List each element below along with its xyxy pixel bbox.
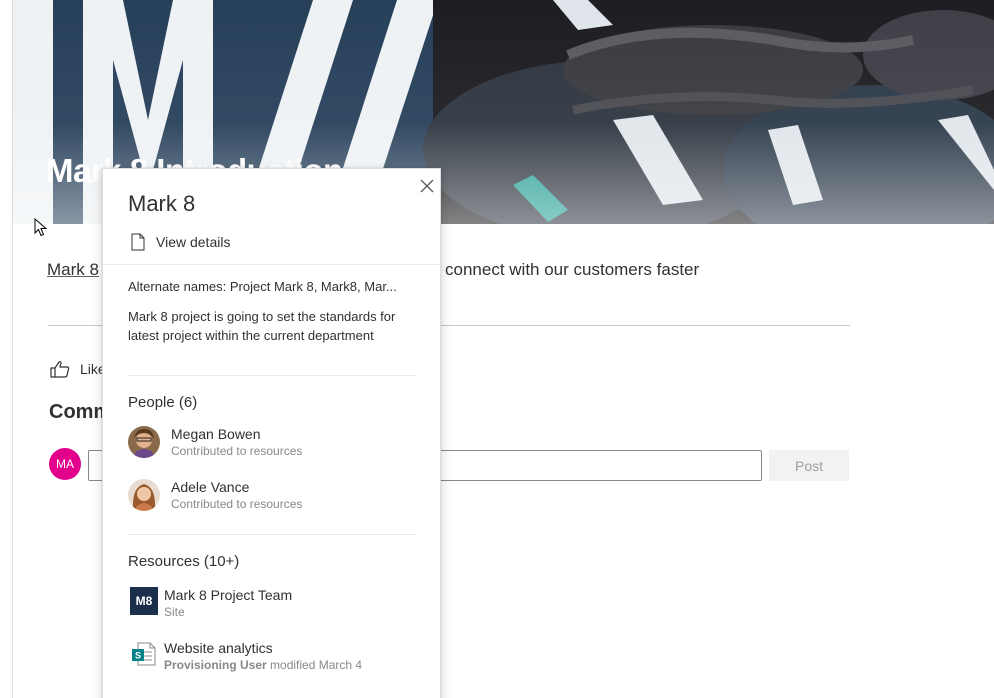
resource-name: Mark 8 Project Team	[164, 587, 293, 603]
person-photo-icon	[128, 479, 160, 511]
resource-name: Website analytics	[164, 640, 273, 656]
close-icon[interactable]	[418, 177, 436, 195]
current-user-avatar: MA	[49, 448, 81, 480]
view-details-label: View details	[156, 234, 231, 250]
topic-description: Mark 8 project is going to set the stand…	[128, 309, 396, 343]
card-divider	[103, 264, 440, 265]
person-role: Contributed to resources	[171, 444, 303, 458]
resources-heading: Resources (10+)	[128, 553, 240, 570]
modified-by: Provisioning User	[164, 658, 267, 672]
person-name: Adele Vance	[171, 479, 250, 495]
article-text: connect with our customers faster	[445, 260, 700, 279]
person-item[interactable]: Adele Vance Contributed to resources	[128, 479, 418, 513]
person-item[interactable]: Megan Bowen Contributed to resources	[128, 426, 418, 460]
topic-entity-link[interactable]: Mark 8	[47, 260, 99, 280]
people-heading: People (6)	[128, 394, 198, 411]
resource-modified: Provisioning User modified March 4	[164, 658, 362, 672]
person-role: Contributed to resources	[171, 497, 303, 511]
document-icon	[131, 233, 145, 251]
person-photo-icon	[128, 426, 160, 458]
card-divider	[128, 375, 416, 376]
alternate-names: Alternate names: Project Mark 8, Mark8, …	[128, 279, 397, 294]
mouse-cursor-icon	[34, 218, 48, 237]
view-details-link[interactable]: View details	[130, 233, 230, 251]
topic-card-title: Mark 8	[128, 191, 196, 216]
like-button[interactable]: Like	[50, 360, 106, 378]
thumbs-up-icon	[50, 361, 70, 378]
topic-card: Mark 8 View details Alternate names: Pro…	[102, 168, 441, 698]
sway-file-icon: S	[132, 642, 156, 666]
card-divider	[128, 534, 416, 535]
person-name: Megan Bowen	[171, 426, 261, 442]
resource-type: Site	[164, 605, 185, 619]
page: Mark 8 Introduction Mark 8 connect with …	[0, 0, 994, 698]
resource-item[interactable]: S Website analytics Provisioning User mo…	[130, 640, 420, 674]
site-badge-icon: M8	[130, 587, 158, 615]
resource-item[interactable]: M8 Mark 8 Project Team Site	[130, 587, 420, 621]
svg-text:S: S	[135, 651, 141, 661]
modified-date: modified March 4	[266, 658, 363, 672]
post-button[interactable]: Post	[769, 450, 849, 481]
